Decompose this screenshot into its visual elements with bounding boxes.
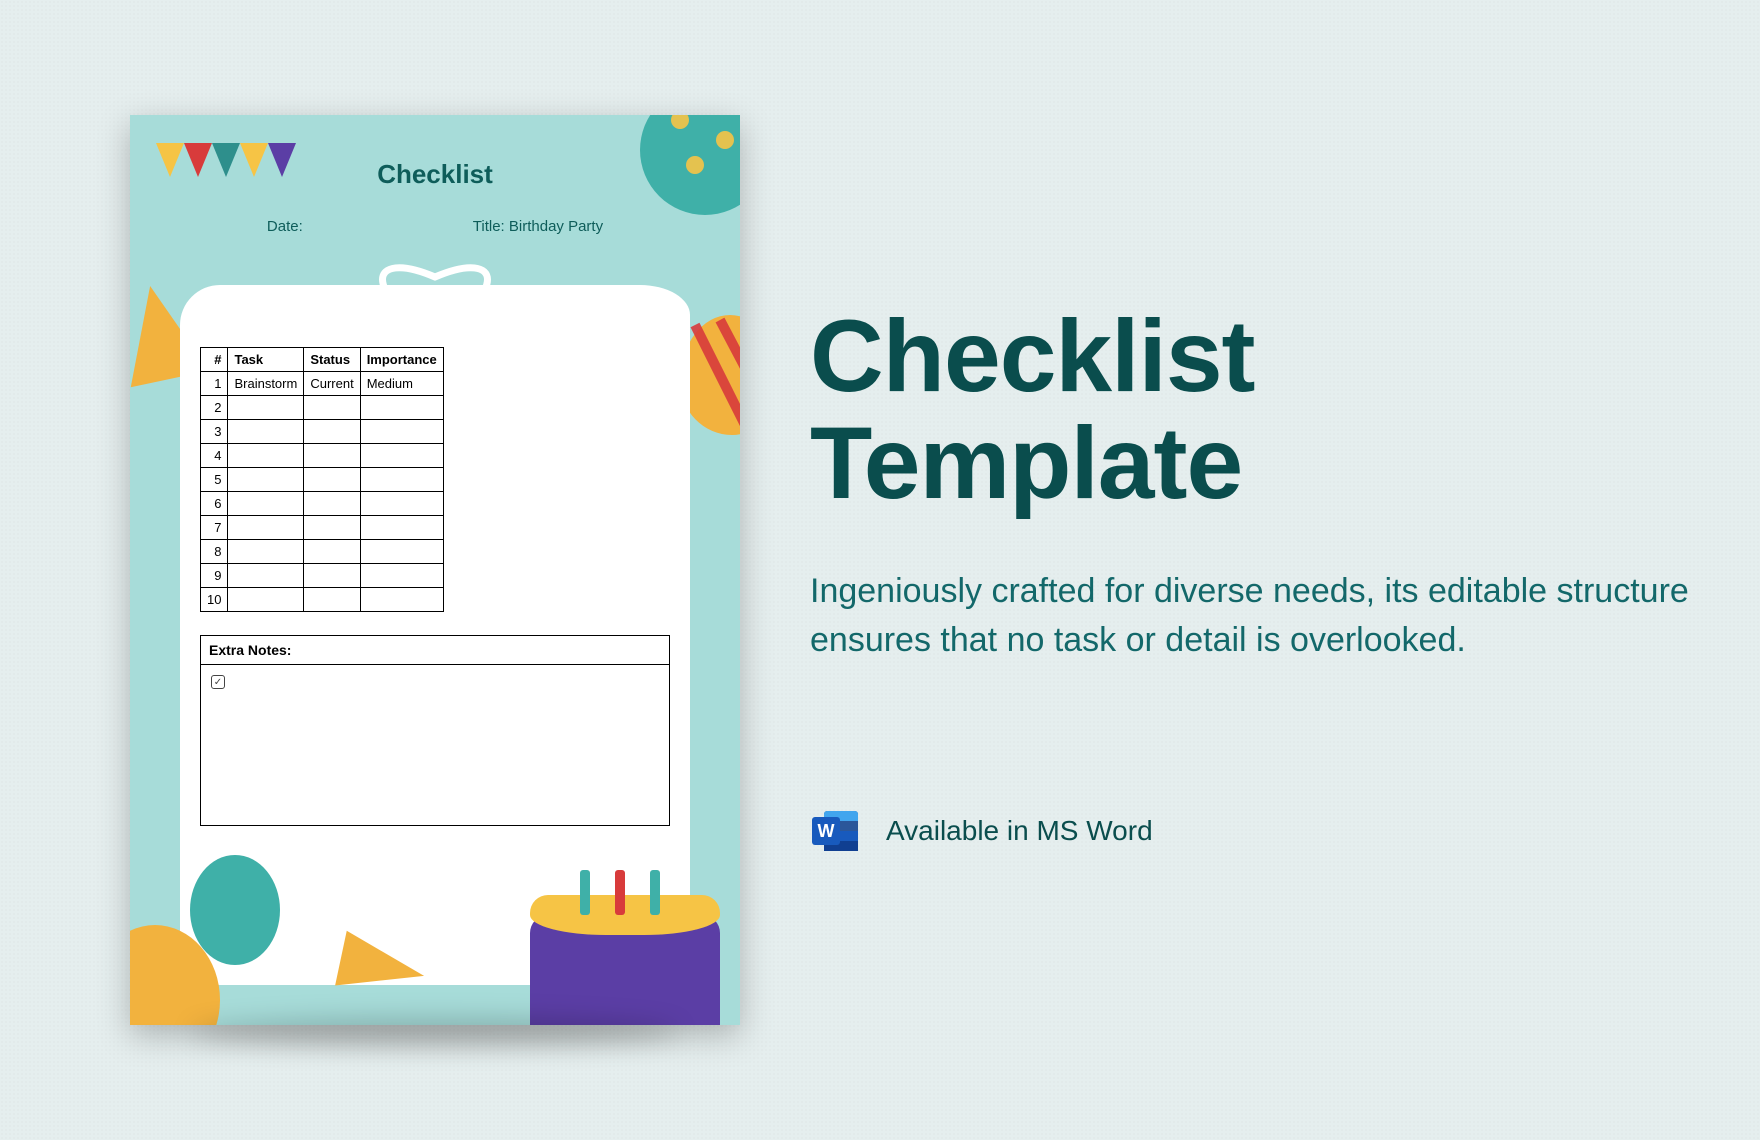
date-label: Date: <box>267 218 303 235</box>
extra-notes-box: Extra Notes: ✓ <box>200 635 670 826</box>
svg-text:W: W <box>818 821 835 841</box>
table-row: 8 <box>201 540 444 564</box>
table-row: 3 <box>201 420 444 444</box>
candle-icon <box>615 870 625 915</box>
info-panel: Checklist Template Ingeniously crafted f… <box>740 283 1690 858</box>
col-num: # <box>201 348 228 372</box>
ms-word-icon: W <box>810 805 862 857</box>
table-row: 1BrainstormCurrentMedium <box>201 372 444 396</box>
bunting-icon <box>156 143 296 182</box>
table-row: 9 <box>201 564 444 588</box>
table-row: 5 <box>201 468 444 492</box>
page-description: Ingeniously crafted for diverse needs, i… <box>810 567 1690 666</box>
table-row: 10 <box>201 588 444 612</box>
candle-icon <box>580 870 590 915</box>
availability-label: Available in MS Word <box>886 815 1153 847</box>
balloon-icon <box>640 115 740 215</box>
table-row: 2 <box>201 396 444 420</box>
page-heading: Checklist Template <box>810 303 1690 517</box>
table-row: 7 <box>201 516 444 540</box>
title-label: Title: Birthday Party <box>473 218 603 235</box>
template-preview-card: Checklist Date: Title: Birthday Party # … <box>130 115 740 1025</box>
col-imp: Importance <box>360 348 443 372</box>
col-task: Task <box>228 348 304 372</box>
availability-row: W Available in MS Word <box>810 805 1690 857</box>
note-checkbox: ✓ <box>211 675 225 689</box>
cake-icon <box>530 915 720 1025</box>
table-row: 6 <box>201 492 444 516</box>
balloon-icon <box>190 855 280 965</box>
table-row: 4 <box>201 444 444 468</box>
col-status: Status <box>304 348 360 372</box>
checklist-table: # Task Status Importance 1BrainstormCurr… <box>200 347 444 612</box>
checklist-document: Checklist Date: Title: Birthday Party # … <box>130 115 740 1025</box>
candle-icon <box>650 870 660 915</box>
extra-notes-label: Extra Notes: <box>201 636 669 665</box>
